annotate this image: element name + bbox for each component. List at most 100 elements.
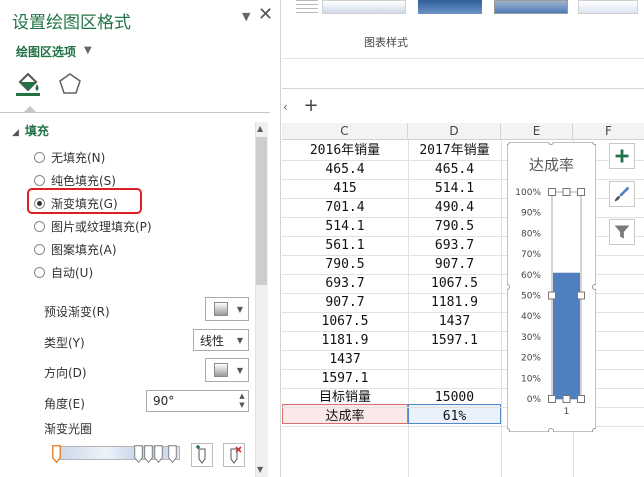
table-cell[interactable]: 465.4	[282, 160, 408, 179]
table-cell[interactable]: 2016年销量	[282, 141, 408, 160]
fill-bucket-icon[interactable]	[14, 70, 42, 98]
pentagon-icon[interactable]	[58, 72, 82, 96]
radio-automatic[interactable]: 自动(U)	[34, 263, 93, 281]
radio-solid-fill[interactable]: 纯色填充(S)	[34, 171, 116, 189]
gradient-stop-handle[interactable]	[154, 443, 163, 465]
column-header-f[interactable]: F	[573, 123, 644, 140]
add-gradient-stop-icon[interactable]	[191, 443, 213, 467]
table-cell[interactable]: 达成率	[282, 407, 408, 426]
gradient-stop-handle[interactable]	[168, 443, 177, 465]
gradient-stop-handle[interactable]	[134, 443, 143, 465]
radio-button[interactable]	[34, 266, 45, 278]
chevron-down-icon[interactable]: ▼	[84, 45, 92, 56]
radio-no-fill[interactable]: 无填充(N)	[34, 148, 105, 166]
chart-style-thumbnail[interactable]	[296, 0, 318, 14]
column-header-e[interactable]: E	[501, 123, 573, 140]
chart-area-handle[interactable]	[507, 284, 510, 290]
table-cell[interactable]: 15000	[408, 388, 501, 407]
bar-achievement[interactable]	[553, 272, 580, 399]
gradient-stop-handle[interactable]	[144, 443, 153, 465]
radio-button[interactable]	[34, 174, 45, 186]
remove-gradient-stop-icon[interactable]	[223, 443, 245, 467]
radio-label: 图案填充(A)	[51, 242, 117, 257]
chart-area-handle[interactable]	[592, 428, 597, 433]
scroll-down-icon[interactable]: ▼	[257, 465, 263, 474]
angle-value: 90°	[153, 394, 175, 408]
table-cell[interactable]: 1067.5	[282, 312, 408, 331]
plot-area-handle[interactable]	[562, 188, 571, 196]
plot-area-handle[interactable]	[577, 395, 585, 403]
preset-gradient-dropdown[interactable]: ▼	[205, 297, 249, 321]
radio-button[interactable]	[34, 243, 45, 255]
table-cell[interactable]: 693.7	[408, 236, 501, 255]
chart-style-thumbnail[interactable]	[494, 0, 568, 14]
table-cell[interactable]: 目标销量	[282, 388, 408, 407]
chart-area-handle[interactable]	[548, 428, 554, 433]
close-icon[interactable]: ✕	[258, 4, 273, 25]
table-cell[interactable]: 465.4	[408, 160, 501, 179]
table-cell[interactable]: 1437	[282, 350, 408, 369]
table-cell[interactable]: 561.1	[282, 236, 408, 255]
type-dropdown[interactable]: 线性 ▼	[193, 329, 249, 351]
column-header-d[interactable]: D	[408, 123, 501, 140]
plot-area-options-menu[interactable]: 绘图区选项	[16, 43, 76, 60]
chart-style-thumbnail[interactable]	[578, 0, 638, 14]
radio-button[interactable]	[34, 151, 45, 163]
plot-area-handle[interactable]	[548, 395, 556, 403]
table-cell[interactable]: 514.1	[408, 179, 501, 198]
scrollbar-thumb[interactable]	[256, 137, 267, 285]
table-cell[interactable]	[408, 369, 501, 388]
chart-plot[interactable]: 0% 10% 20% 30% 40% 50% 60% 70% 80% 90% 100% 1	[507, 142, 596, 432]
angle-spinner[interactable]: 90° ▲ ▼	[146, 390, 249, 412]
chart-style-thumbnail[interactable]	[418, 0, 482, 14]
column-header-c[interactable]: C	[282, 123, 408, 140]
chart-style-thumbnail[interactable]	[322, 0, 406, 14]
collapse-icon[interactable]: ◢	[12, 128, 19, 138]
chart-elements-button[interactable]	[609, 143, 635, 169]
table-cell[interactable]: 61%	[408, 407, 501, 426]
table-cell[interactable]: 1181.9	[408, 293, 501, 312]
chart-area-handle[interactable]	[507, 142, 510, 145]
chart-area-handle[interactable]	[592, 284, 597, 290]
chart-area-handle[interactable]	[507, 428, 510, 433]
table-cell[interactable]: 490.4	[408, 198, 501, 217]
table-cell[interactable]	[408, 350, 501, 369]
table-cell[interactable]: 907.7	[408, 255, 501, 274]
table-cell[interactable]: 2017年销量	[408, 141, 501, 160]
table-cell[interactable]: 701.4	[282, 198, 408, 217]
table-cell[interactable]: 907.7	[282, 293, 408, 312]
table-cell[interactable]: 1597.1	[408, 331, 501, 350]
table-cell[interactable]: 1437	[408, 312, 501, 331]
chart-styles-button[interactable]	[609, 181, 635, 207]
radio-pattern-fill[interactable]: 图案填充(A)	[34, 240, 117, 258]
radio-picture-fill[interactable]: 图片或纹理填充(P)	[34, 217, 152, 235]
table-cell[interactable]: 415	[282, 179, 408, 198]
table-cell[interactable]: 1597.1	[282, 369, 408, 388]
chevron-down-icon: ▼	[236, 365, 243, 375]
direction-dropdown[interactable]: ▼	[205, 358, 249, 382]
chevron-left-icon[interactable]: ‹	[283, 100, 288, 114]
table-cell[interactable]: 514.1	[282, 217, 408, 236]
plot-area-handle[interactable]	[562, 395, 571, 403]
chart-filters-button[interactable]	[609, 219, 635, 245]
gradient-direction-icon	[214, 363, 228, 377]
plot-area-handle[interactable]	[577, 291, 585, 300]
table-cell[interactable]: 693.7	[282, 274, 408, 293]
fill-section-header[interactable]: ◢ 填充	[12, 122, 49, 139]
table-cell[interactable]: 1067.5	[408, 274, 501, 293]
scroll-up-icon[interactable]: ▲	[257, 124, 263, 133]
radio-button[interactable]	[34, 220, 45, 232]
y-tick-label: 0%	[527, 395, 542, 405]
spinner-arrows-icon[interactable]: ▲ ▼	[236, 392, 248, 410]
chart-area-handle[interactable]	[548, 142, 554, 145]
plot-area-handle[interactable]	[548, 188, 556, 196]
chart-area-handle[interactable]	[592, 142, 597, 145]
table-cell[interactable]: 790.5	[282, 255, 408, 274]
table-cell[interactable]: 790.5	[408, 217, 501, 236]
table-cell[interactable]: 1181.9	[282, 331, 408, 350]
plot-area-handle[interactable]	[548, 291, 556, 300]
plot-area-handle[interactable]	[577, 188, 585, 196]
pane-menu-icon[interactable]: ▼	[242, 10, 250, 23]
add-sheet-button[interactable]: +	[300, 96, 322, 118]
gradient-stop-handle[interactable]	[52, 443, 61, 465]
